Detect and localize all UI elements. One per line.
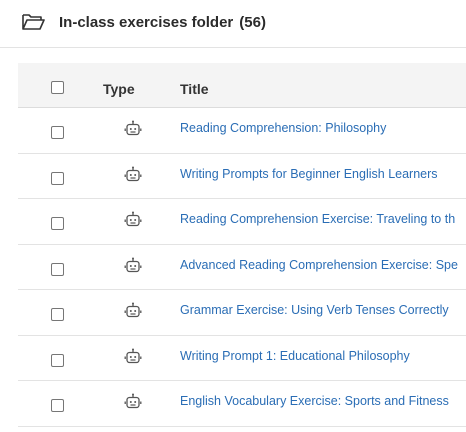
table-row: Reading Comprehension: Philosophy (18, 108, 466, 154)
table-row: Writing Prompt 1: Educational Philosophy (18, 336, 466, 381)
column-header-title[interactable]: Title (180, 81, 209, 97)
exercise-title-link[interactable]: Reading Comprehension: Philosophy (180, 121, 386, 135)
robot-icon (124, 393, 142, 411)
table-row: English Vocabulary Exercise: Sports and … (18, 381, 466, 427)
row-checkbox[interactable] (51, 308, 64, 321)
exercises-table: Type Title Reading Comprehension: Philos… (18, 63, 466, 427)
table-header: Type Title (18, 63, 466, 108)
table-body: Reading Comprehension: Philosophy Writing… (18, 108, 466, 427)
select-all-checkbox[interactable] (51, 81, 64, 94)
table-row: Advanced Reading Comprehension Exercise:… (18, 245, 466, 290)
row-checkbox[interactable] (51, 353, 64, 367)
exercise-title-link[interactable]: Grammar Exercise: Using Verb Tenses Corr… (180, 303, 449, 317)
page-title: In-class exercises folder (56) (59, 14, 266, 31)
exercise-title-link[interactable]: Writing Prompt 1: Educational Philosophy (180, 349, 410, 363)
row-checkbox[interactable] (51, 171, 64, 185)
exercise-title-link[interactable]: Reading Comprehension Exercise: Travelin… (180, 212, 455, 226)
robot-icon (124, 302, 142, 320)
column-header-type[interactable]: Type (103, 81, 135, 97)
robot-icon (124, 120, 142, 138)
folder-name: In-class exercises folder (59, 14, 234, 31)
page-header: In-class exercises folder (56) (0, 0, 466, 48)
exercise-title-link[interactable]: English Vocabulary Exercise: Sports and … (180, 394, 449, 408)
item-count: (56) (239, 14, 266, 31)
row-checkbox[interactable] (51, 262, 64, 276)
exercise-title-link[interactable]: Advanced Reading Comprehension Exercise:… (180, 258, 458, 272)
robot-icon (124, 166, 142, 184)
table-row: Writing Prompts for Beginner English Lea… (18, 154, 466, 199)
folder-open-icon (22, 14, 45, 30)
table-row: Grammar Exercise: Using Verb Tenses Corr… (18, 290, 466, 336)
row-checkbox[interactable] (51, 399, 64, 412)
row-checkbox[interactable] (51, 217, 64, 230)
row-checkbox[interactable] (51, 126, 64, 139)
robot-icon (124, 257, 142, 275)
robot-icon (124, 211, 142, 229)
robot-icon (124, 348, 142, 366)
exercise-title-link[interactable]: Writing Prompts for Beginner English Lea… (180, 167, 438, 181)
table-row: Reading Comprehension Exercise: Travelin… (18, 199, 466, 245)
